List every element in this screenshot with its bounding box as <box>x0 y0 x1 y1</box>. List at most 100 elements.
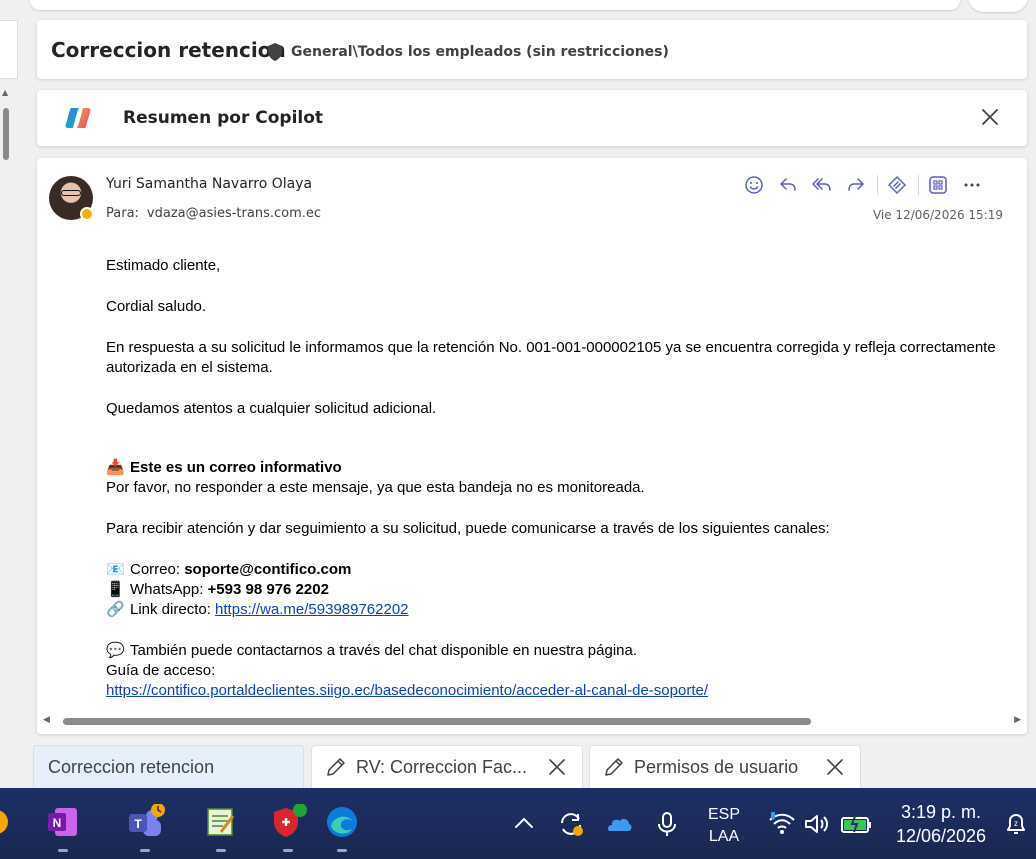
copilot-icon <box>65 108 91 128</box>
link-icon: 🔗 <box>106 601 125 618</box>
taskbar-editor[interactable] <box>203 804 239 852</box>
profile-button-edge[interactable] <box>968 0 1028 12</box>
language-code: ESP <box>707 806 740 823</box>
reply-icon <box>780 178 796 191</box>
clock[interactable]: 3:19 p. m. 12/06/2026 <box>886 800 996 848</box>
clock-date: 12/06/2026 <box>895 826 987 846</box>
close-icon[interactable] <box>979 106 1001 128</box>
battery-charging-icon <box>841 813 871 833</box>
recipient-address[interactable]: vdaza@asies-trans.com.ec <box>147 206 321 221</box>
tray-microphone[interactable] <box>649 806 685 842</box>
smiley-icon <box>745 176 763 194</box>
message-body: Estimado cliente, Cordial saludo. En res… <box>106 256 1006 701</box>
link-label: Link directo: <box>130 601 211 618</box>
message-actions <box>741 172 993 198</box>
tray-onedrive[interactable] <box>601 806 637 842</box>
react-button[interactable] <box>741 172 767 198</box>
show-hidden-icons-button[interactable] <box>506 806 542 842</box>
recipient-line: Para: vdaza@asies-trans.com.ec <box>106 206 321 221</box>
apps-button[interactable] <box>925 172 951 198</box>
inbox-tray-icon: 📥 <box>106 459 125 476</box>
edge-browser-icon <box>327 807 357 837</box>
close-tab-icon[interactable] <box>824 756 846 778</box>
chat-channel: 💬 También puede contactarnos a través del… <box>106 641 1006 661</box>
taskbar-teams[interactable]: T <box>127 803 165 852</box>
copilot-summary-card[interactable]: Resumen por Copilot <box>37 90 1027 146</box>
shield-icon <box>268 43 282 61</box>
pencil-icon <box>327 758 345 776</box>
actions-divider <box>877 175 878 195</box>
sender-name[interactable]: Yuri Samantha Navarro Olaya <box>106 176 312 192</box>
notepad-icon <box>207 808 235 836</box>
clock-time: 3:19 p. m. <box>900 802 982 822</box>
cloud-icon <box>607 818 632 831</box>
to-label: Para: <box>106 206 139 221</box>
tab-label: Permisos de usuario <box>634 756 799 777</box>
horizontal-scroll-thumb[interactable] <box>63 718 811 725</box>
tray-sync[interactable] <box>553 806 589 842</box>
taskbar-onenote[interactable]: N <box>45 804 81 852</box>
scroll-left-icon[interactable]: ◀ <box>43 715 50 725</box>
email-icon: 📧 <box>106 561 125 578</box>
greeting: Estimado cliente, <box>106 257 221 274</box>
email-subject: Correccion retencion <box>51 38 286 62</box>
scroll-up-icon[interactable]: ▲ <box>2 88 8 97</box>
body-paragraph-1: En respuesta a su solicitud le informamo… <box>106 339 996 376</box>
forward-icon <box>848 178 864 191</box>
forward-button[interactable] <box>843 172 869 198</box>
language-indicator[interactable]: ESP LAA <box>700 804 748 848</box>
reply-all-button[interactable] <box>809 172 835 198</box>
reply-button[interactable] <box>775 172 801 198</box>
whatsapp-value: +593 98 976 2202 <box>207 581 329 598</box>
link-button[interactable] <box>884 172 910 198</box>
sync-icon <box>561 813 583 836</box>
wifi-icon <box>769 812 795 834</box>
svg-text:z: z <box>1014 819 1018 828</box>
top-strip <box>0 0 1036 14</box>
tab-rv-correccion[interactable]: RV: Correccion Fac... <box>311 745 583 788</box>
svg-text:N: N <box>53 816 62 830</box>
taskbar-security[interactable] <box>270 803 307 852</box>
sensitivity-label[interactable]: General\Todos los empleados (sin restric… <box>291 44 669 60</box>
left-pane-edge <box>0 20 18 79</box>
tray-volume[interactable] <box>799 806 835 842</box>
taskbar-app-partial[interactable] <box>0 804 14 840</box>
info-title: Este es un correo informativo <box>130 459 342 476</box>
info-heading: 📥 Este es un correo informativo <box>106 458 1006 478</box>
message-card: Yuri Samantha Navarro Olaya Para: vdaza@a… <box>37 158 1027 734</box>
whatsapp-channel: 📱 WhatsApp: +593 98 976 2202 <box>106 580 1006 600</box>
tab-correccion-retencion[interactable]: Correccion retencion <box>33 745 304 788</box>
chevron-up-icon <box>515 817 533 828</box>
windows-taskbar: N T ESP LAA 3:19 p. m. 12/06/2026 z <box>0 788 1036 859</box>
guide-link[interactable]: https://contifico.portaldeclientes.siigo… <box>106 682 708 699</box>
guide-label: Guía de acceso: <box>106 662 216 679</box>
left-scroll-thumb[interactable] <box>3 108 9 160</box>
presence-away-icon <box>80 207 94 221</box>
subject-card: Correccion retencion General\Todos los e… <box>37 20 1027 79</box>
guide-line: https://contifico.portaldeclientes.siigo… <box>106 681 1006 701</box>
actions-divider-2 <box>918 175 919 195</box>
mail-channel: 📧 Correo: soporte@contifico.com <box>106 560 1006 580</box>
svg-text:T: T <box>134 817 142 831</box>
speaker-icon <box>805 815 828 833</box>
apps-grid-icon <box>929 176 947 194</box>
tray-battery[interactable] <box>838 806 874 842</box>
notifications-button[interactable]: z <box>998 806 1034 842</box>
tab-label: Correccion retencion <box>48 756 215 777</box>
sent-date: Vie 12/06/2026 15:19 <box>872 208 1003 222</box>
whatsapp-link[interactable]: https://wa.me/593989762202 <box>215 601 408 618</box>
left-scrollbar[interactable]: ▲ ▼ <box>0 86 14 786</box>
horizontal-scrollbar[interactable]: ◀ ▶ <box>37 712 1027 732</box>
tray-wifi[interactable] <box>764 806 800 842</box>
keyboard-layout: LAA <box>708 828 740 845</box>
taskbar-edge[interactable] <box>324 804 360 852</box>
open-items-bar: Correccion retencion RV: Correccion Fac.… <box>0 740 1036 788</box>
chat-text: También puede contactarnos a través del … <box>130 642 638 659</box>
speech-bubble-icon: 💬 <box>106 642 125 659</box>
scroll-right-icon[interactable]: ▶ <box>1014 715 1021 725</box>
search-bar-edge <box>30 0 960 10</box>
more-actions-button[interactable] <box>959 172 985 198</box>
copilot-title: Resumen por Copilot <box>123 108 324 128</box>
close-tab-icon[interactable] <box>546 756 568 778</box>
tab-permisos-usuario[interactable]: Permisos de usuario <box>589 745 861 788</box>
